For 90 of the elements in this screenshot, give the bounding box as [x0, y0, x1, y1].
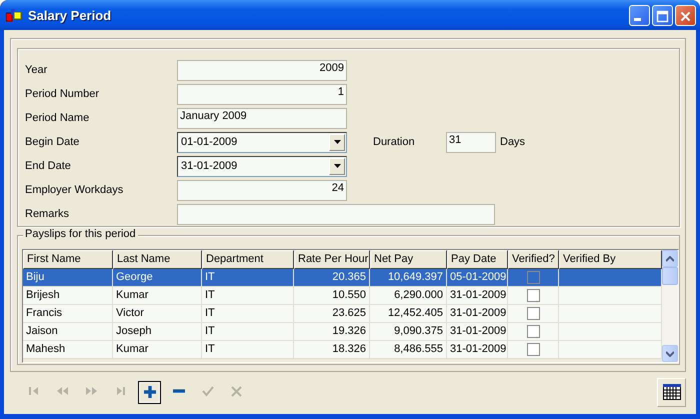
previous-record-icon: [56, 386, 69, 398]
table-cell: 10.550: [332, 289, 366, 302]
table-row[interactable]: Jaison Joseph IT 19.326 9,090.375 31-01-2009: [23, 323, 662, 341]
caret-icon[interactable]: [334, 164, 340, 168]
table-row[interactable]: Mahesh Kumar IT 18.326 8,486.555 31-01-2009: [23, 341, 662, 359]
calendar-button[interactable]: [657, 378, 686, 406]
minimize-button[interactable]: [629, 4, 650, 26]
column-header[interactable]: Pay Date: [447, 250, 508, 269]
table-cell: 23.625: [332, 307, 366, 320]
column-header[interactable]: Net Pay: [370, 250, 447, 269]
table-cell: 6,290.000: [394, 289, 443, 302]
field-label: End Date: [25, 160, 72, 172]
table-cell: 19.326: [332, 325, 366, 338]
input-field[interactable]: 2009: [177, 60, 347, 80]
input-field[interactable]: 24: [177, 180, 347, 200]
checkbox[interactable]: [526, 343, 540, 356]
first-record-icon: [28, 386, 38, 398]
app-icon: [6, 8, 22, 22]
chevron-up-icon: [666, 256, 674, 262]
window-title: Salary Period: [28, 8, 112, 22]
table-cell: 31-01-2009: [450, 325, 506, 338]
field-label: Begin Date: [25, 136, 80, 148]
table-cell: 8,486.555: [394, 343, 443, 356]
column-header[interactable]: Rate Per Hour: [294, 250, 370, 269]
table-cell: 12,452.405: [388, 307, 443, 320]
date-dropdown[interactable]: 01-01-2009: [177, 132, 347, 152]
column-header[interactable]: Last Name: [113, 250, 202, 269]
input-field[interactable]: January 2009: [177, 108, 347, 128]
chevron-down-icon: [666, 350, 674, 356]
checkbox[interactable]: [526, 307, 540, 320]
unit-label: Days: [500, 136, 526, 148]
table-cell: Biju: [26, 271, 44, 284]
plus-button[interactable]: [138, 380, 161, 404]
table-cell: 9,090.375: [394, 325, 443, 338]
table-row[interactable]: Francis Victor IT 23.625 12,452.405 31-01-2009: [23, 305, 662, 323]
table-cell: 31-01-2009: [450, 289, 506, 302]
last-record-icon: [116, 386, 126, 398]
table-cell: Francis: [26, 307, 62, 320]
input-field[interactable]: 1: [177, 84, 347, 104]
table-cell: 05-01-2009: [450, 271, 506, 284]
field-label: Year: [25, 64, 48, 76]
table-cell: IT: [205, 343, 215, 356]
calendar-icon: [662, 384, 680, 400]
table-cell: George: [116, 271, 153, 284]
maximize-button[interactable]: [652, 4, 673, 26]
table-cell: IT: [205, 307, 215, 320]
table-cell: Kumar: [116, 343, 148, 356]
date-dropdown[interactable]: 31-01-2009: [177, 156, 347, 176]
table-cell: Jaison: [26, 325, 58, 338]
table-row[interactable]: Biju George IT 20.365 10,649.397 05-01-2009: [23, 269, 662, 287]
close-button[interactable]: [675, 4, 696, 26]
table-cell: IT: [205, 289, 215, 302]
scroll-up-button[interactable]: [662, 250, 678, 267]
field-label: Period Number: [25, 88, 100, 100]
field-label: Employer Workdays: [25, 184, 124, 196]
scroll-thumb[interactable]: [662, 267, 678, 285]
table-cell: Brijesh: [26, 289, 60, 302]
table-cell: 31-01-2009: [450, 343, 506, 356]
column-header[interactable]: Verified?: [508, 250, 559, 269]
table-cell: Mahesh: [26, 343, 66, 356]
scroll-down-button[interactable]: [662, 345, 678, 362]
field-label: Period Name: [25, 112, 90, 124]
column-header[interactable]: Verified By: [559, 250, 662, 269]
table-cell: IT: [205, 325, 215, 338]
plus-icon: [144, 386, 156, 398]
input-field[interactable]: 31: [446, 132, 496, 152]
scroll-bar[interactable]: [662, 250, 678, 362]
table-cell: Joseph: [116, 325, 152, 338]
minimize-icon: [634, 18, 641, 20]
checkbox[interactable]: [526, 271, 540, 284]
table-cell: 18.326: [332, 343, 366, 356]
column-header[interactable]: First Name: [23, 250, 113, 269]
table-cell: 31-01-2009: [450, 307, 506, 320]
checkbox[interactable]: [526, 289, 540, 302]
input-field[interactable]: [177, 204, 495, 224]
table-cell: 20.365: [332, 271, 366, 284]
field-label: Duration: [373, 136, 416, 148]
checkmark-icon: [202, 386, 214, 398]
cross-icon: [231, 386, 242, 398]
checkbox[interactable]: [526, 325, 540, 338]
table-row[interactable]: Brijesh Kumar IT 10.550 6,290.000 31-01-2009: [23, 287, 662, 305]
table-cell: 10,649.397: [388, 271, 443, 284]
column-header[interactable]: Department: [202, 250, 294, 269]
group-title: Payslips for this period: [23, 228, 138, 240]
field-label: Remarks: [25, 208, 70, 220]
table-cell: Victor: [116, 307, 144, 320]
next-record-icon: [85, 386, 98, 398]
table-cell: IT: [205, 271, 215, 284]
table-cell: Kumar: [116, 289, 148, 302]
caret-icon[interactable]: [334, 140, 340, 144]
